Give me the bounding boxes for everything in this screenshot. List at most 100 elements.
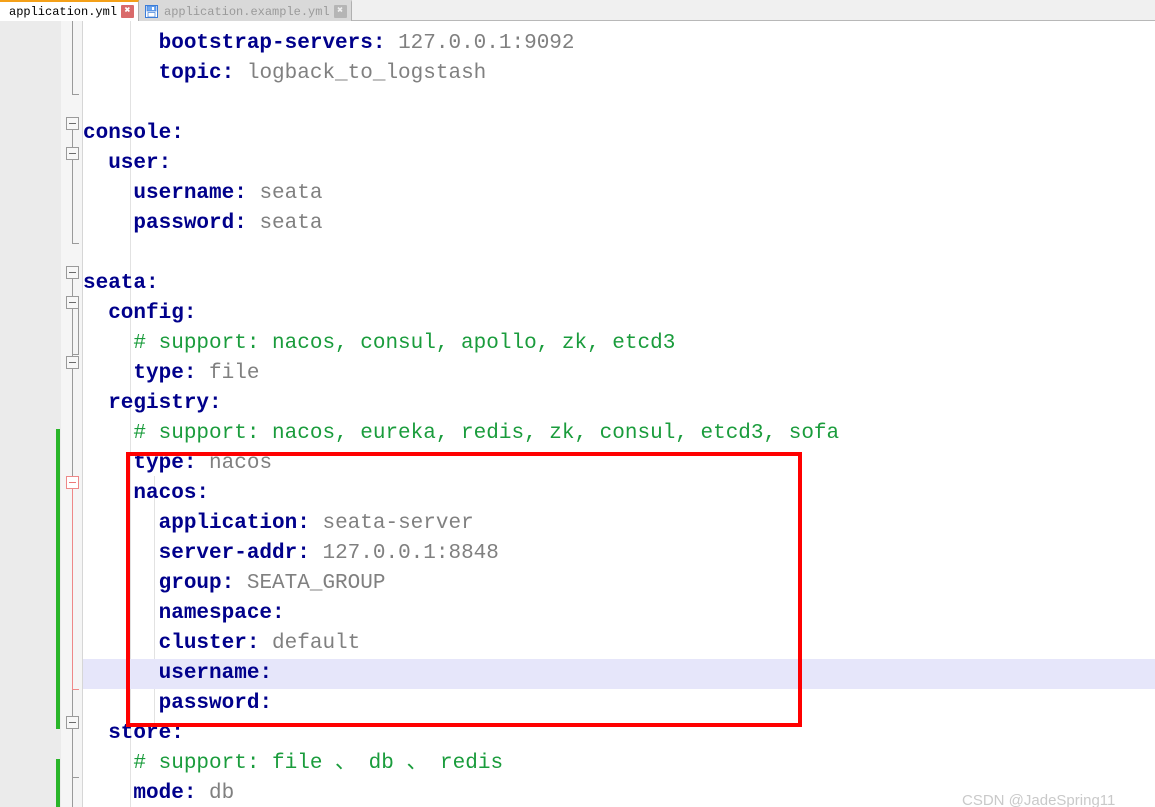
yaml-key: server-addr [83, 542, 298, 565]
fold-line-20 [72, 160, 73, 243]
code-line[interactable]: cluster: default [83, 629, 1155, 659]
fold-line-top [72, 21, 73, 94]
fold-line-39 [72, 729, 73, 807]
yaml-colon: : [234, 212, 247, 235]
code-line[interactable] [83, 239, 1155, 269]
yaml-colon: : [297, 542, 310, 565]
code-line[interactable]: type: nacos [83, 449, 1155, 479]
code-content[interactable]: bootstrap-servers: 127.0.0.1:9092 topic:… [83, 21, 1155, 807]
yaml-value: default [259, 632, 361, 655]
tab-application-example-yml[interactable]: application.example.yml ✖ [139, 0, 352, 21]
code-line[interactable]: console: [83, 119, 1155, 149]
tab-close-icon[interactable]: ✖ [121, 5, 135, 18]
code-line[interactable]: server-addr: 127.0.0.1:8848 [83, 539, 1155, 569]
yaml-value: db [196, 782, 235, 805]
yaml-value: SEATA_GROUP [234, 572, 386, 595]
code-line[interactable]: group: SEATA_GROUP [83, 569, 1155, 599]
yaml-colon: : [297, 512, 310, 535]
code-line[interactable]: application: seata-server [83, 509, 1155, 539]
yaml-key: store [83, 722, 172, 745]
yaml-key: username [83, 182, 235, 205]
yaml-key: nacos [83, 482, 197, 505]
vcs-change-marker-store[interactable] [56, 759, 60, 807]
yaml-key: bootstrap-servers [83, 32, 373, 55]
code-line[interactable]: username: [83, 659, 1155, 689]
code-line[interactable]: # support: file 、 db 、 redis [83, 749, 1155, 779]
fold-line-31 [72, 489, 73, 689]
yaml-colon: : [209, 392, 222, 415]
fold-toggle-line-20[interactable] [66, 147, 79, 160]
yaml-colon: : [221, 572, 235, 595]
fold-end-tick-top [72, 94, 79, 95]
code-line[interactable]: password: [83, 689, 1155, 719]
code-line[interactable]: config: [83, 299, 1155, 329]
yaml-key: username [83, 662, 260, 685]
yaml-colon: : [259, 662, 273, 685]
yaml-colon: : [158, 152, 172, 175]
yaml-key: mode [83, 782, 184, 805]
tab-close-icon-2[interactable]: ✖ [333, 5, 347, 18]
fold-toggle-line-25[interactable] [66, 296, 79, 309]
save-floppy-icon [145, 5, 159, 18]
fold-toggle-line-28[interactable] [66, 356, 79, 369]
yaml-colon: : [171, 122, 184, 145]
tab-application-yml-label: application.yml [9, 4, 118, 19]
yaml-colon: : [221, 62, 235, 85]
code-line[interactable]: # support: nacos, eureka, redis, zk, con… [83, 419, 1155, 449]
code-line[interactable] [83, 89, 1155, 119]
code-line[interactable]: username: seata [83, 179, 1155, 209]
yaml-colon: : [246, 632, 260, 655]
vcs-change-marker-registry[interactable] [56, 429, 60, 729]
line-number-gutter[interactable] [0, 21, 55, 807]
tab-application-yml[interactable]: application.yml ✖ [0, 0, 140, 21]
code-line[interactable]: bootstrap-servers: 127.0.0.1:9092 [83, 29, 1155, 59]
yaml-comment: # support: file 、 db 、 redis [83, 752, 504, 775]
yaml-colon: : [272, 602, 285, 625]
fold-toggle-line-31[interactable] [66, 476, 79, 489]
yaml-key: application [83, 512, 298, 535]
code-line[interactable]: type: file [83, 359, 1155, 389]
yaml-value: 127.0.0.1:9092 [385, 32, 575, 55]
code-line[interactable]: registry: [83, 389, 1155, 419]
code-line[interactable]: topic: logback_to_logstash [83, 59, 1155, 89]
fold-end-tick-20 [72, 243, 79, 244]
yaml-key: type [83, 362, 184, 385]
csdn-watermark: CSDN @JadeSpring11 [962, 792, 1116, 807]
code-line[interactable]: nacos: [83, 479, 1155, 509]
editor-tab-bar: application.yml ✖ application.example.ym… [0, 0, 1155, 21]
fold-end-tick-31 [72, 689, 79, 690]
yaml-colon: : [183, 302, 197, 325]
fold-toggle-line-39[interactable] [66, 716, 79, 729]
yaml-value: logback_to_logstash [234, 62, 487, 85]
yaml-colon: : [183, 362, 197, 385]
yaml-value: seata [246, 182, 323, 205]
code-line[interactable]: seata: [83, 269, 1155, 299]
yaml-comment: # support: nacos, consul, apollo, zk, et… [83, 332, 676, 355]
yaml-key: topic [83, 62, 222, 85]
yaml-value: nacos [196, 452, 273, 475]
yaml-value: file [196, 362, 260, 385]
code-line[interactable]: namespace: [83, 599, 1155, 629]
yaml-value: seata-server [309, 512, 474, 535]
yaml-key: group [83, 572, 222, 595]
code-editor[interactable]: 1617181920212223242526272829303132333435… [0, 21, 1155, 807]
yaml-colon: : [183, 452, 197, 475]
fold-toggle-line-24[interactable] [66, 266, 79, 279]
code-line[interactable]: user: [83, 149, 1155, 179]
yaml-value: 127.0.0.1:8848 [309, 542, 499, 565]
yaml-comment: # support: nacos, eureka, redis, zk, con… [83, 422, 840, 445]
yaml-colon: : [183, 782, 197, 805]
yaml-colon: : [234, 182, 247, 205]
code-line[interactable]: password: seata [83, 209, 1155, 239]
fold-toggle-line-19[interactable] [66, 117, 79, 130]
yaml-colon: : [171, 722, 184, 745]
yaml-key: type [83, 452, 184, 475]
yaml-colon: : [146, 272, 159, 295]
tab-application-example-yml-label: application.example.yml [164, 4, 330, 19]
code-line[interactable]: store: [83, 719, 1155, 749]
yaml-colon: : [196, 482, 210, 505]
code-line[interactable]: # support: nacos, consul, apollo, zk, et… [83, 329, 1155, 359]
yaml-key: cluster [83, 632, 247, 655]
yaml-key: registry [83, 392, 210, 415]
fold-line-25 [78, 309, 79, 354]
